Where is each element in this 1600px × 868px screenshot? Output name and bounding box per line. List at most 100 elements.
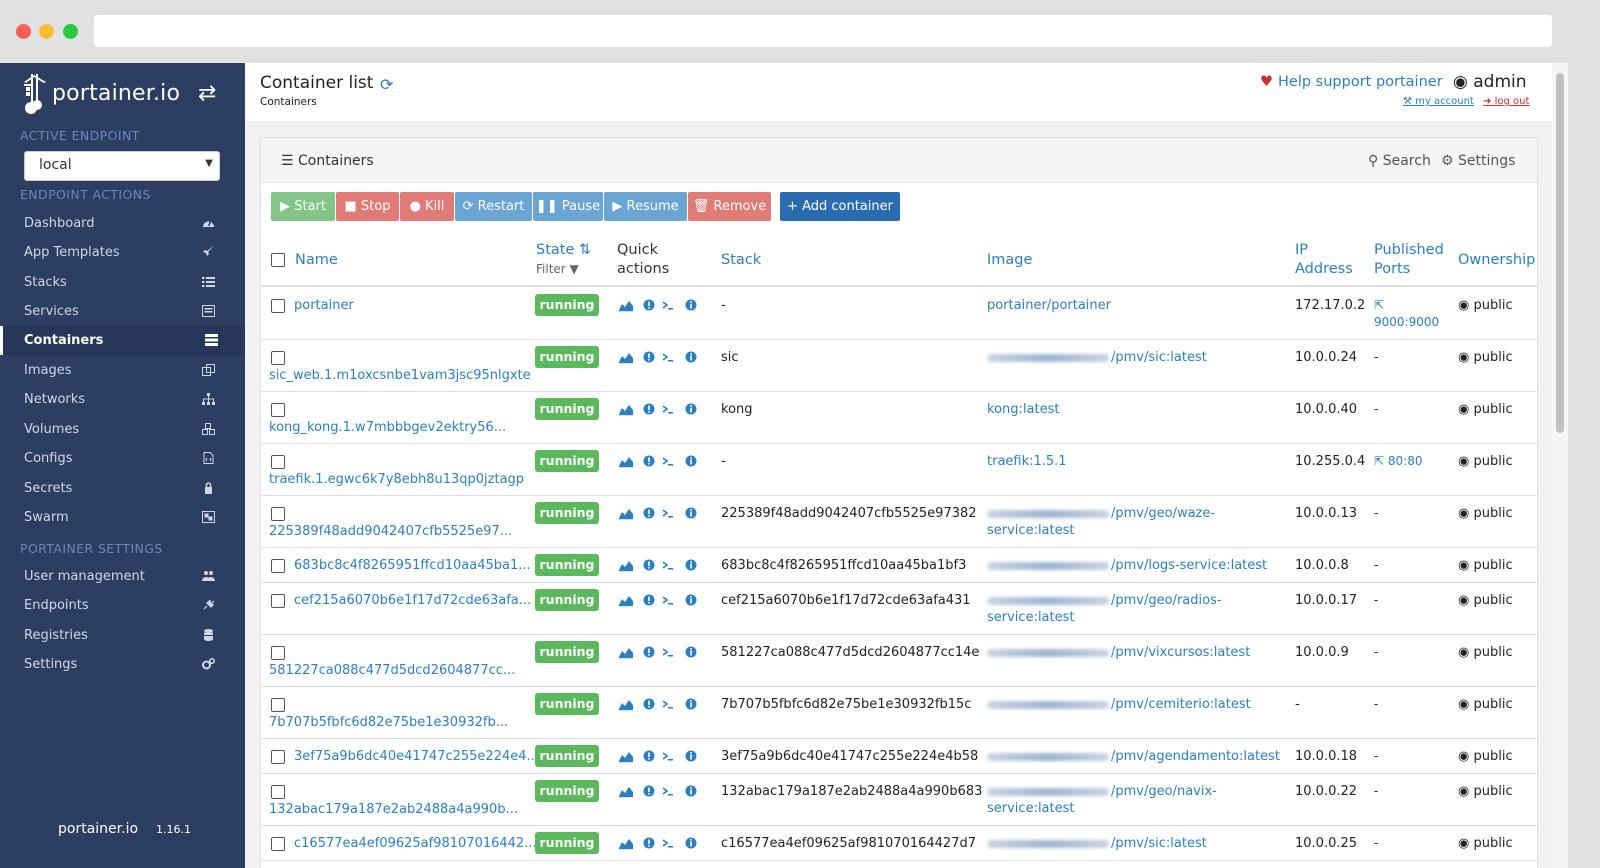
published-ports[interactable]: ⇱ 9000:9000 [1374, 297, 1439, 331]
column-ip-address[interactable]: IP Address [1295, 241, 1353, 279]
row-checkbox[interactable] [271, 837, 285, 851]
pause-button[interactable]: ❚❚ Pause [533, 192, 603, 221]
info-icon[interactable] [685, 559, 697, 571]
logs-icon[interactable] [643, 750, 655, 762]
sidebar-item-settings[interactable]: Settings [0, 650, 245, 679]
sidebar-item-user-management[interactable]: User management [0, 562, 245, 591]
image-link[interactable]: /pmv/geo/navix-service:latest [987, 783, 1217, 817]
start-button[interactable]: ▶ Start [271, 192, 335, 221]
image-link[interactable]: /pmv/agendamento:latest [987, 748, 1280, 765]
sidebar-item-stacks[interactable]: Stacks [0, 268, 245, 297]
scrollbar-thumb[interactable] [1556, 73, 1564, 433]
state-filter[interactable]: Filter ▼ [536, 262, 579, 276]
image-link[interactable]: /pmv/geo/radios-service:latest [987, 592, 1222, 626]
logs-icon[interactable] [643, 507, 655, 519]
column-state[interactable]: State ⇅ Filter ▼ [536, 241, 591, 279]
image-link[interactable]: /pmv/logs-service:latest [987, 557, 1267, 574]
info-icon[interactable] [685, 698, 697, 710]
row-checkbox[interactable] [271, 750, 285, 764]
info-icon[interactable] [685, 837, 697, 849]
image-link[interactable]: /pmv/sic:latest [987, 835, 1207, 852]
console-icon[interactable] [662, 787, 673, 796]
row-checkbox[interactable] [271, 646, 285, 660]
sidebar-item-registries[interactable]: Registries [0, 621, 245, 650]
logs-icon[interactable] [643, 403, 655, 415]
column-published-ports[interactable]: Published Ports [1374, 241, 1444, 279]
sidebar-item-endpoints[interactable]: Endpoints [0, 591, 245, 620]
row-checkbox[interactable] [271, 403, 285, 417]
stats-icon[interactable] [619, 561, 633, 572]
stats-icon[interactable] [619, 787, 633, 798]
container-name-link[interactable]: cef215a6070b6e1f17d72cde63afa... [294, 592, 531, 609]
sidebar-item-app-templates[interactable]: App Templates [0, 238, 245, 267]
info-icon[interactable] [685, 785, 697, 797]
info-icon[interactable] [685, 403, 697, 415]
sidebar-item-configs[interactable]: Configs [0, 444, 245, 473]
container-name-link[interactable]: 7b707b5fbfc6d82e75be1e30932fb... [269, 714, 508, 731]
container-name-link[interactable]: traefik.1.egwc6k7y8ebh8u13qp0jztagp [269, 471, 524, 488]
image-link[interactable]: /pmv/sic:latest [987, 349, 1207, 366]
sidebar-item-containers[interactable]: Containers [0, 326, 245, 355]
stats-icon[interactable] [619, 648, 633, 659]
console-icon[interactable] [662, 839, 673, 848]
resume-button[interactable]: ▶ Resume [604, 192, 687, 221]
logs-icon[interactable] [643, 559, 655, 571]
row-checkbox[interactable] [271, 351, 285, 365]
log-out-link[interactable]: ➜ log out [1483, 96, 1529, 107]
info-icon[interactable] [685, 646, 697, 658]
info-icon[interactable] [685, 455, 697, 467]
row-checkbox[interactable] [271, 507, 285, 521]
stats-icon[interactable] [619, 596, 633, 607]
column-stack[interactable]: Stack [721, 251, 761, 270]
logs-icon[interactable] [643, 785, 655, 797]
select-all-checkbox[interactable] [271, 253, 285, 267]
console-icon[interactable] [662, 353, 673, 362]
close-window-button[interactable] [16, 24, 31, 39]
stats-icon[interactable] [619, 509, 633, 520]
console-icon[interactable] [662, 648, 673, 657]
column-name[interactable]: Name [295, 251, 338, 270]
container-name-link[interactable]: portainer [294, 297, 354, 314]
logs-icon[interactable] [643, 698, 655, 710]
info-icon[interactable] [685, 594, 697, 606]
container-name-link[interactable]: 683bc8c4f8265951ffcd10aa45ba1... [294, 557, 531, 574]
row-checkbox[interactable] [271, 559, 285, 573]
sidebar-item-images[interactable]: Images [0, 356, 245, 385]
container-name-link[interactable]: kong_kong.1.w7mbbbgev2ektry56... [269, 419, 506, 436]
console-icon[interactable] [662, 752, 673, 761]
image-link[interactable]: /pmv/cemiterio:latest [987, 696, 1251, 713]
container-name-link[interactable]: 225389f48add9042407cfb5525e97... [269, 523, 512, 540]
container-name-link[interactable]: sic_web.1.m1oxcsnbe1vam3jsc95nlgxte [269, 367, 531, 384]
logs-icon[interactable] [643, 837, 655, 849]
column-ownership[interactable]: Ownership [1458, 251, 1535, 270]
sidebar-item-networks[interactable]: Networks [0, 385, 245, 414]
remove-button[interactable]: 🗑 Remove [688, 192, 771, 221]
maximize-window-button[interactable] [63, 24, 78, 39]
console-icon[interactable] [662, 509, 673, 518]
container-name-link[interactable]: 3ef75a9b6dc40e41747c255e224e4... [294, 748, 539, 765]
info-icon[interactable] [685, 351, 697, 363]
restart-button[interactable]: ⟳ Restart [455, 192, 532, 221]
logs-icon[interactable] [643, 351, 655, 363]
support-link[interactable]: ♥ Help support portainer [1260, 74, 1443, 90]
page-scrollbar[interactable] [1552, 63, 1568, 868]
container-name-link[interactable]: c16577ea4ef09625af98107016442... [294, 835, 537, 852]
image-link[interactable]: kong:latest [987, 401, 1059, 418]
console-icon[interactable] [662, 457, 673, 466]
sidebar-item-dashboard[interactable]: Dashboard [0, 209, 245, 238]
sidebar-item-volumes[interactable]: Volumes [0, 415, 245, 444]
search-toggle[interactable]: ⚲ Search [1368, 153, 1431, 169]
add-container-button[interactable]: + Add container [780, 192, 900, 221]
container-name-link[interactable]: 581227ca088c477d5dcd2604877cc... [269, 662, 515, 679]
kill-button[interactable]: ● Kill [400, 192, 454, 221]
sidebar-item-services[interactable]: Services [0, 297, 245, 326]
logs-icon[interactable] [643, 594, 655, 606]
container-name-link[interactable]: 132abac179a187e2ab2488a4a990b... [269, 801, 518, 818]
settings-toggle[interactable]: ⚙ Settings [1441, 153, 1515, 169]
logs-icon[interactable] [643, 299, 655, 311]
endpoint-select[interactable]: local ▼ [24, 151, 220, 181]
console-icon[interactable] [662, 700, 673, 709]
refresh-icon[interactable]: ⟳ [380, 75, 393, 94]
image-link[interactable]: /pmv/geo/waze-service:latest [987, 505, 1215, 539]
sidebar-item-secrets[interactable]: Secrets [0, 474, 245, 503]
